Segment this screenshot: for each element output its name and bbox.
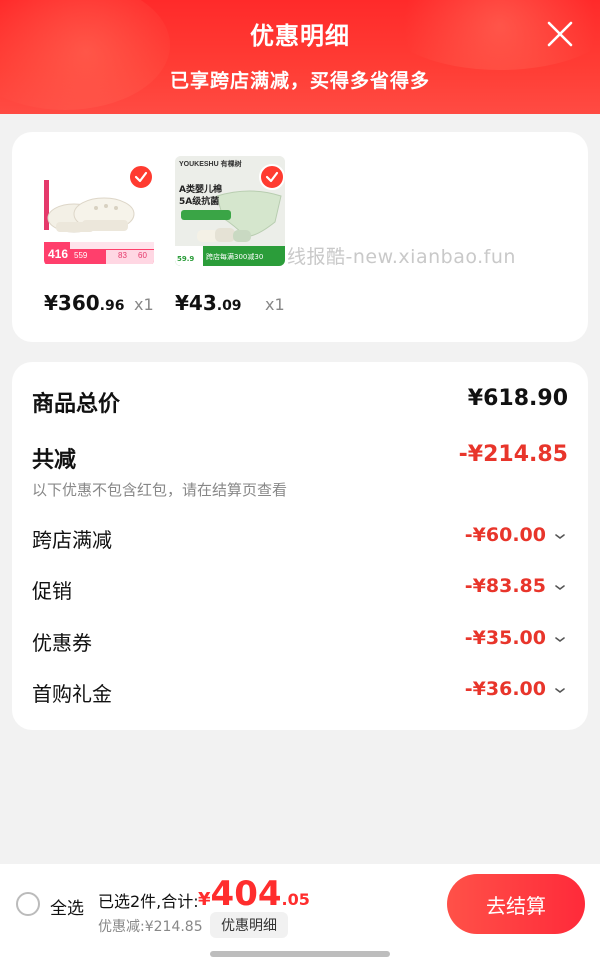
discount-label: 优惠券 (32, 631, 92, 655)
thumb-promo: 跨店每满300减30 (206, 253, 264, 261)
discount-value: -¥60.00 (464, 524, 546, 546)
price-decimal: .96 (99, 298, 125, 314)
total-value: ¥618.90 (467, 386, 568, 411)
product-thumbnail[interactable]: 416 559 83 60 (44, 156, 154, 266)
page-subtitle: 已享跨店满减，买得多省得多 (169, 70, 430, 92)
price-integer: ¥43 (175, 291, 217, 315)
discount-label: 跨店满减 (32, 528, 112, 552)
page-title: 优惠明细 (250, 22, 350, 50)
discount-label: 促销 (32, 579, 72, 603)
product-quantity: x1 (265, 295, 285, 314)
price-decimal: .05 (281, 890, 310, 909)
chevron-down-icon (555, 637, 565, 642)
reduce-note: 以下优惠不包含红包，请在结算页查看 (32, 481, 288, 499)
products-card: 416 559 83 60 ¥360.96 x1 YOUKESHU 有棵树 A类… (12, 132, 588, 342)
discount-row-cross-store[interactable]: 跨店满减 -¥60.00 (32, 524, 568, 554)
header: 优惠明细 已享跨店满减，买得多省得多 (0, 0, 600, 114)
reduce-row: 共减 -¥214.85 (32, 442, 568, 473)
brand-label: YOUKESHU 有棵树 (179, 161, 242, 168)
discount-total-text: 优惠减:¥214.85 (98, 919, 203, 935)
badge-tag: 83 (118, 251, 127, 260)
select-all-radio[interactable] (16, 892, 40, 916)
check-icon (134, 171, 148, 183)
selected-check[interactable] (128, 164, 154, 190)
home-indicator (210, 951, 390, 957)
discount-row-promotion[interactable]: 促销 -¥83.85 (32, 575, 568, 605)
badge-price: 416 (48, 247, 69, 261)
selected-count-text: 已选2件,合计: (98, 892, 199, 911)
reduce-label: 共减 (32, 448, 77, 473)
selected-total-price: ¥404.05 (198, 874, 310, 914)
selected-check[interactable] (259, 164, 285, 190)
product-price: ¥360.96 (44, 291, 124, 315)
price-integer: 404 (210, 874, 282, 914)
price-decimal: .09 (216, 298, 242, 314)
watermark: 线报酷-new.xianbao.fun (287, 246, 516, 268)
discount-label: 首购礼金 (32, 682, 112, 706)
chevron-down-icon (555, 688, 565, 693)
total-label: 商品总价 (32, 392, 121, 417)
product-quantity: x1 (134, 295, 154, 314)
discount-summary-card: 商品总价 ¥618.90 共减 -¥214.85 以下优惠不包含红包，请在结算页… (12, 362, 588, 730)
chevron-down-icon (555, 534, 565, 539)
check-icon (265, 171, 279, 183)
badge-tag: 60 (138, 251, 147, 260)
thumb-line: 5A级抗菌 (179, 197, 220, 207)
discount-row-first-purchase[interactable]: 首购礼金 -¥36.00 (32, 678, 568, 708)
product-item[interactable]: YOUKESHU 有棵树 A类婴儿棉 5A级抗菌 跨店每满300减30 59.9… (175, 156, 285, 315)
select-all-label[interactable]: 全选 (50, 894, 84, 919)
thumb-price: 59.9 (177, 255, 195, 263)
product-item[interactable]: 416 559 83 60 ¥360.96 x1 (44, 156, 154, 315)
discount-detail-button[interactable]: 优惠明细 (210, 912, 288, 938)
discount-value: -¥35.00 (464, 627, 546, 649)
discount-value: -¥36.00 (464, 678, 546, 700)
product-price-row: ¥360.96 x1 (44, 291, 184, 321)
close-button[interactable] (542, 16, 578, 52)
discount-row-coupon[interactable]: 优惠券 -¥35.00 (32, 627, 568, 657)
discount-value: -¥83.85 (464, 575, 546, 597)
chevron-down-icon (555, 585, 565, 590)
product-price: ¥43.09 (175, 291, 242, 315)
checkout-button[interactable]: 去结算 (447, 874, 585, 934)
product-price-row: ¥43.09 x1 (175, 291, 315, 321)
product-thumbnail[interactable]: YOUKESHU 有棵树 A类婴儿棉 5A级抗菌 跨店每满300减30 59.9 (175, 156, 285, 266)
price-integer: ¥360 (44, 291, 100, 315)
price-currency: ¥ (198, 889, 211, 910)
badge-tag: 559 (74, 251, 88, 260)
total-row: 商品总价 ¥618.90 (32, 386, 568, 417)
reduce-value: -¥214.85 (458, 442, 568, 467)
close-icon (547, 21, 573, 47)
